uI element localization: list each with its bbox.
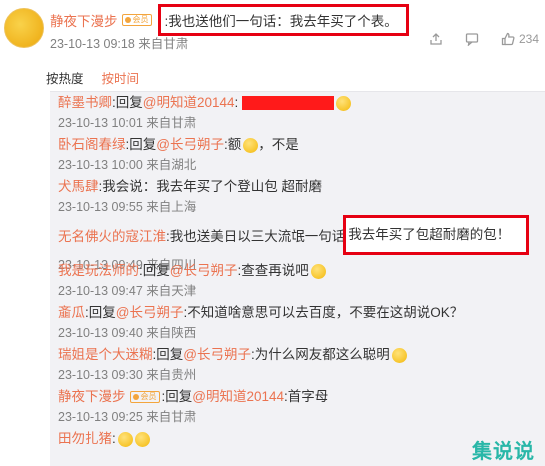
reply-text: :不知道啥意思可以去百度，不要在这胡说OK？ bbox=[183, 305, 464, 320]
emoji-icon bbox=[310, 263, 326, 279]
reply-timestamp: 23-10-13 09:47 bbox=[58, 284, 143, 298]
reply-timestamp: 23-10-13 09:30 bbox=[58, 368, 143, 382]
reply-prefix: :回复 bbox=[112, 95, 143, 110]
reply-username[interactable]: 静夜下漫步 bbox=[58, 387, 126, 407]
comment-meta: 23-10-13 09:18 来自甘肃 bbox=[50, 33, 188, 52]
share-icon bbox=[430, 33, 442, 45]
emoji-icon bbox=[336, 95, 352, 111]
reply-location: 来自陕西 bbox=[146, 326, 197, 340]
comment-icon bbox=[465, 33, 479, 46]
reply-prefix: :回复 bbox=[85, 305, 116, 320]
reply-username[interactable]: 醉墨书卿 bbox=[58, 93, 112, 113]
reply-meta: 23-10-13 09:25 来自甘肃 bbox=[58, 407, 545, 427]
vip-badge: 会员 bbox=[121, 14, 152, 26]
comment-button[interactable] bbox=[465, 32, 479, 46]
vip-badge-label: 会员 bbox=[132, 15, 149, 24]
highlight-box: 我去年买了包超耐磨的包！ bbox=[343, 215, 530, 255]
emoji-icon bbox=[134, 431, 150, 447]
reply-username[interactable]: 犬馬肆 bbox=[58, 177, 99, 197]
list-item: 无名佛火的寇江淮:我也送美日以三大流氓一句话 我去年买了包超耐磨的包！ 23-10… bbox=[58, 215, 545, 272]
list-item: 我是玩法师的:回复 @长弓朔子:查查再说吧 23-10-13 09:47 来自天津 bbox=[58, 260, 545, 302]
watermark-logo: 集说说 bbox=[472, 441, 535, 463]
reply-mention[interactable]: @长弓朔子 bbox=[116, 303, 184, 323]
list-item: 静夜下漫步 会员 :回复 @明知道20144:首字母 23-10-13 09:25 来… bbox=[58, 386, 545, 428]
reply-text: :额 bbox=[223, 137, 242, 152]
reply-location: 来自甘肃 bbox=[146, 410, 197, 424]
emoji-icon bbox=[117, 431, 133, 447]
reply-location: 来自天津 bbox=[146, 284, 197, 298]
reply-text: :为什么网友都这么聪明 bbox=[250, 347, 390, 362]
reply-username[interactable]: 我是玩法师的 bbox=[58, 261, 139, 281]
reply-mention[interactable]: @长弓朔子 bbox=[170, 261, 238, 281]
reply-text: : bbox=[234, 95, 239, 110]
reply-username[interactable]: 卧石阁春绿 bbox=[58, 135, 126, 155]
reply-prefix: :回复 bbox=[139, 263, 170, 278]
reply-text: :我会说：我去年买了个登山包 超耐磨 bbox=[98, 179, 323, 194]
comment-actions: 234 bbox=[429, 32, 539, 46]
sort-tabs: 按热度 按时间 bbox=[46, 68, 139, 87]
reply-timestamp: 23-10-13 10:01 bbox=[58, 116, 143, 130]
reply-meta: 23-10-13 09:55 来自上海 bbox=[58, 197, 545, 217]
reply-meta: 23-10-13 09:30 来自贵州 bbox=[58, 365, 545, 385]
reply-timestamp: 23-10-13 09:40 bbox=[58, 326, 143, 340]
like-button[interactable]: 234 bbox=[501, 32, 539, 46]
reply-list: 醉墨书卿:回复 @明知道20144: 23-10-13 10:01 来自甘肃 卧石… bbox=[50, 91, 545, 466]
reply-timestamp: 23-10-13 09:25 bbox=[58, 410, 143, 424]
reply-text: : bbox=[112, 431, 116, 446]
reply-highlighted-text: 我去年买了包超耐磨的包！ bbox=[348, 227, 511, 242]
highlight-box: :我也送他们一句话：我去年买了个表。 bbox=[157, 4, 409, 36]
reply-timestamp: 23-10-13 10:00 bbox=[58, 158, 143, 172]
list-item: 卧石阁春绿:回复 @长弓朔子:额 ，不是 23-10-13 10:00 来自湖北 bbox=[58, 134, 545, 176]
comment-location: 来自甘肃 bbox=[138, 37, 189, 51]
reply-mention[interactable]: @明知道20144 bbox=[143, 93, 235, 113]
comment-text: :我也送他们一句话：我去年买了个表。 bbox=[164, 14, 398, 29]
thumbs-up-icon bbox=[501, 32, 515, 46]
reply-text-tail: ，不是 bbox=[258, 137, 299, 152]
share-button[interactable] bbox=[429, 32, 443, 46]
reply-text: :我也送美日以三大流氓一句话 bbox=[166, 229, 346, 244]
reply-text: :查查再说吧 bbox=[237, 263, 309, 278]
avatar[interactable] bbox=[4, 8, 44, 48]
comment-username[interactable]: 静夜下漫步 bbox=[50, 10, 118, 30]
vip-badge-label: 会员 bbox=[140, 392, 157, 401]
reply-prefix: :回复 bbox=[125, 137, 157, 152]
vip-badge: 会员 bbox=[129, 391, 160, 403]
comment-timestamp: 23-10-13 09:18 bbox=[50, 37, 135, 51]
list-item: 齑瓜:回复 @长弓朔子:不知道啥意思可以去百度，不要在这胡说OK？ 23-10-1… bbox=[58, 302, 545, 344]
reply-location: 来自贵州 bbox=[146, 368, 197, 382]
vip-icon bbox=[124, 17, 131, 23]
redaction-bar bbox=[242, 96, 335, 110]
reply-meta: 23-10-13 10:00 来自湖北 bbox=[58, 155, 545, 175]
reply-mention[interactable]: @长弓朔子 bbox=[183, 345, 251, 365]
reply-location: 来自甘肃 bbox=[146, 116, 197, 130]
reply-username[interactable]: 无名佛火的寇江淮 bbox=[58, 227, 166, 247]
reply-mention[interactable]: @长弓朔子 bbox=[156, 135, 224, 155]
reply-username[interactable]: 齑瓜 bbox=[58, 303, 85, 323]
reply-meta: 23-10-13 09:40 来自陕西 bbox=[58, 323, 545, 343]
reply-timestamp: 23-10-13 09:55 bbox=[58, 200, 143, 214]
list-item: 醉墨书卿:回复 @明知道20144: 23-10-13 10:01 来自甘肃 bbox=[58, 92, 545, 134]
reply-text: :首字母 bbox=[284, 389, 329, 404]
list-item: 犬馬肆:我会说：我去年买了个登山包 超耐磨 23-10-13 09:55 来自上… bbox=[58, 176, 545, 218]
emoji-icon bbox=[243, 137, 259, 153]
vip-icon bbox=[132, 394, 139, 400]
reply-meta: 23-10-13 10:01 来自甘肃 bbox=[58, 113, 545, 133]
reply-location: 来自湖北 bbox=[146, 158, 197, 172]
reply-location: 来自上海 bbox=[146, 200, 197, 214]
tab-sort-by-time[interactable]: 按时间 bbox=[102, 68, 140, 87]
reply-username[interactable]: 瑞姐是个大迷糊 bbox=[58, 345, 153, 365]
reply-prefix: :回复 bbox=[152, 347, 184, 362]
list-item: 瑞姐是个大迷糊:回复 @长弓朔子:为什么网友都这么聪明 23-10-13 09:3… bbox=[58, 344, 545, 386]
reply-mention[interactable]: @明知道20144 bbox=[192, 387, 284, 407]
tab-sort-by-hot[interactable]: 按热度 bbox=[46, 68, 84, 87]
reply-prefix: :回复 bbox=[161, 389, 193, 404]
like-count: 234 bbox=[518, 32, 539, 46]
comment-header: 静夜下漫步 会员 :我也送他们一句话：我去年买了个表。 bbox=[50, 4, 409, 36]
reply-meta: 23-10-13 09:47 来自天津 bbox=[58, 281, 545, 301]
emoji-icon bbox=[391, 347, 407, 363]
reply-username[interactable]: 田勿扎猪 bbox=[58, 429, 112, 449]
